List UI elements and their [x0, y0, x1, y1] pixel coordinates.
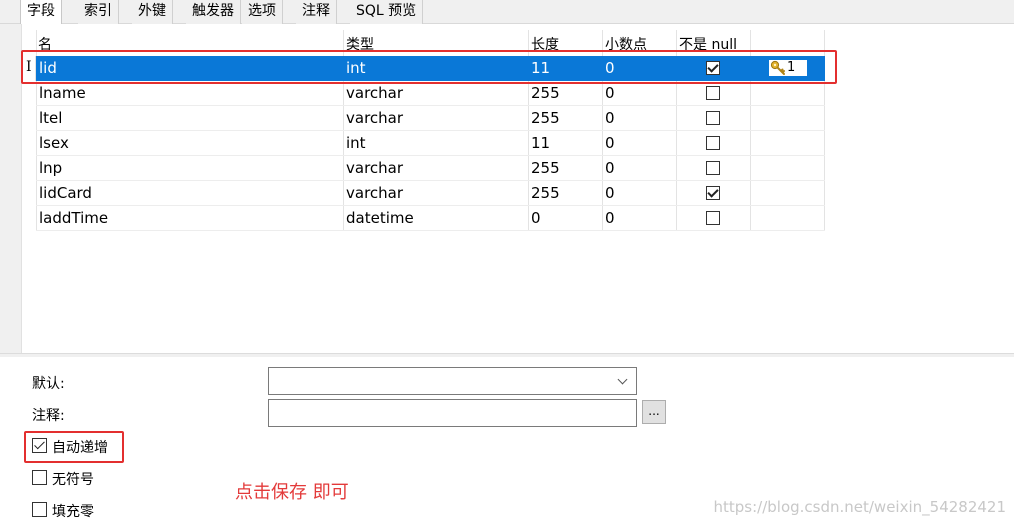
tab-fields[interactable]: 字段	[20, 0, 62, 25]
cell-decimals[interactable]: 0	[602, 131, 615, 156]
cell-type[interactable]: datetime	[343, 206, 414, 231]
cell-decimals[interactable]: 0	[602, 206, 615, 231]
not-null-checkbox[interactable]	[706, 111, 720, 125]
table-designer: 字段 索引 外键 触发器 选项 注释 SQL 预览 名 类型 长度 小数点 不是…	[0, 0, 1014, 526]
unsigned-checkbox[interactable]	[32, 470, 47, 485]
table-row[interactable]: lname varchar 255 0	[36, 81, 825, 106]
table-row[interactable]: laddTime datetime 0 0	[36, 206, 825, 231]
table-row[interactable]: ltel varchar 255 0	[36, 106, 825, 131]
not-null-checkbox[interactable]	[706, 186, 720, 200]
annotation-highlight-primary-key-row	[21, 50, 837, 84]
cell-type[interactable]: varchar	[343, 106, 403, 131]
cell-decimals[interactable]: 0	[602, 156, 615, 181]
not-null-checkbox[interactable]	[706, 211, 720, 225]
cell-name[interactable]: ltel	[36, 106, 62, 131]
cell-decimals[interactable]: 0	[602, 106, 615, 131]
tab-indexes[interactable]: 索引	[78, 0, 119, 24]
default-value-select[interactable]	[268, 367, 637, 395]
cell-name[interactable]: lidCard	[36, 181, 92, 206]
cell-name[interactable]: lname	[36, 81, 86, 106]
cell-length[interactable]: 11	[528, 131, 550, 156]
tab-options[interactable]: 选项	[242, 0, 283, 24]
cell-type[interactable]: int	[343, 131, 366, 156]
comment-label: 注释:	[32, 408, 65, 424]
field-properties-panel: 默认: 注释: ... 自动递增 无符号 填充零 点击保存 即可 https:/…	[0, 357, 1014, 526]
tab-triggers[interactable]: 触发器	[186, 0, 241, 24]
cell-name[interactable]: laddTime	[36, 206, 108, 231]
tab-foreign-keys[interactable]: 外键	[132, 0, 173, 24]
cell-type[interactable]: varchar	[343, 156, 403, 181]
fields-grid: 名 类型 长度 小数点 不是 null I lid int 11 0 1 lna…	[0, 24, 1014, 354]
watermark: https://blog.csdn.net/weixin_54282421	[713, 498, 1006, 516]
cell-length[interactable]: 255	[528, 106, 560, 131]
tab-sql-preview[interactable]: SQL 预览	[350, 0, 424, 24]
zerofill-label[interactable]: 填充零	[52, 501, 94, 521]
tab-comment[interactable]: 注释	[296, 0, 337, 24]
annotation-note: 点击保存 即可	[235, 482, 349, 503]
chevron-down-icon	[617, 374, 628, 385]
cell-name[interactable]: lnp	[36, 156, 62, 181]
unsigned-label[interactable]: 无符号	[52, 469, 94, 489]
cell-decimals[interactable]: 0	[602, 81, 615, 106]
default-label: 默认:	[32, 376, 65, 392]
comment-input[interactable]	[268, 399, 637, 427]
cell-length[interactable]: 255	[528, 181, 560, 206]
cell-name[interactable]: lsex	[36, 131, 69, 156]
not-null-checkbox[interactable]	[706, 86, 720, 100]
cell-length[interactable]: 255	[528, 156, 560, 181]
cell-type[interactable]: varchar	[343, 181, 403, 206]
tab-bar: 字段 索引 外键 触发器 选项 注释 SQL 预览	[0, 0, 1014, 25]
not-null-checkbox[interactable]	[706, 136, 720, 150]
cell-decimals[interactable]: 0	[602, 181, 615, 206]
cell-type[interactable]: varchar	[343, 81, 403, 106]
cell-length[interactable]: 0	[528, 206, 541, 231]
table-row[interactable]: lsex int 11 0	[36, 131, 825, 156]
table-row[interactable]: lnp varchar 255 0	[36, 156, 825, 181]
zerofill-checkbox[interactable]	[32, 502, 47, 517]
annotation-highlight-auto-increment	[24, 431, 124, 463]
cell-length[interactable]: 255	[528, 81, 560, 106]
not-null-checkbox[interactable]	[706, 161, 720, 175]
comment-expand-button[interactable]: ...	[642, 400, 666, 424]
table-row[interactable]: lidCard varchar 255 0	[36, 181, 825, 206]
